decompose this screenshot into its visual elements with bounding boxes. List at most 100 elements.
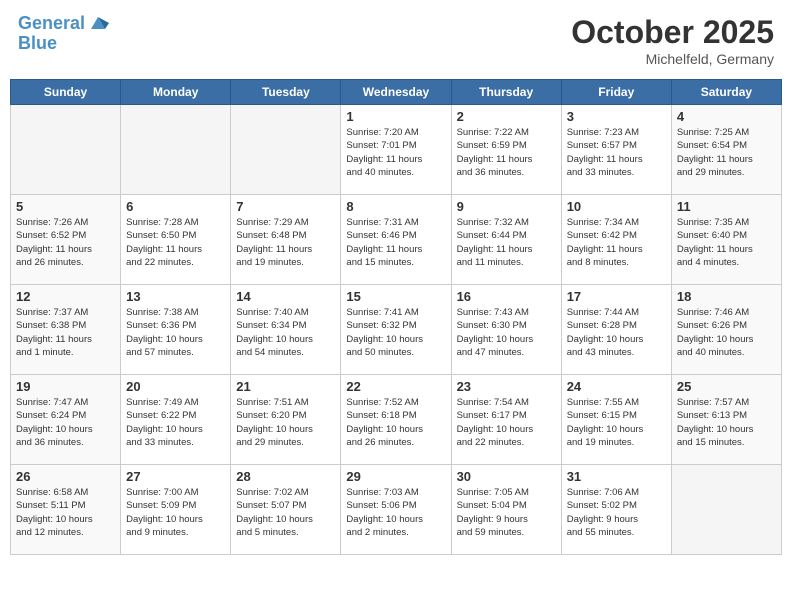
weekday-header: Tuesday [231, 80, 341, 105]
calendar-cell: 24 Sunrise: 7:55 AM Sunset: 6:15 PM Dayli… [561, 375, 671, 465]
logo-blue: Blue [18, 34, 109, 54]
calendar-week-row: 26 Sunrise: 6:58 AM Sunset: 5:11 PM Dayli… [11, 465, 782, 555]
day-number: 26 [16, 469, 115, 484]
day-number: 24 [567, 379, 666, 394]
day-number: 19 [16, 379, 115, 394]
calendar-cell: 8 Sunrise: 7:31 AM Sunset: 6:46 PM Daylig… [341, 195, 451, 285]
day-number: 6 [126, 199, 225, 214]
weekday-header: Saturday [671, 80, 781, 105]
calendar-cell: 7Sunrise: 7:29 AM Sunset: 6:48 PM Daylig… [231, 195, 341, 285]
weekday-header: Friday [561, 80, 671, 105]
calendar-cell: 22Sunrise: 7:52 AM Sunset: 6:18 PM Dayli… [341, 375, 451, 465]
logo-text: General [18, 14, 109, 34]
calendar-cell: 20Sunrise: 7:49 AM Sunset: 6:22 PM Dayli… [121, 375, 231, 465]
day-number: 13 [126, 289, 225, 304]
calendar-cell [231, 105, 341, 195]
day-number: 2 [457, 109, 556, 124]
day-info: Sunrise: 7:47 AM Sunset: 6:24 PM Dayligh… [16, 396, 115, 449]
day-info: Sunrise: 7:03 AM Sunset: 5:06 PM Dayligh… [346, 486, 445, 539]
day-number: 30 [457, 469, 556, 484]
location: Michelfeld, Germany [571, 51, 774, 67]
calendar-cell: 18Sunrise: 7:46 AM Sunset: 6:26 PM Dayli… [671, 285, 781, 375]
day-info: Sunrise: 7:46 AM Sunset: 6:26 PM Dayligh… [677, 306, 776, 359]
day-info: Sunrise: 7:52 AM Sunset: 6:18 PM Dayligh… [346, 396, 445, 449]
weekday-header-row: SundayMondayTuesdayWednesdayThursdayFrid… [11, 80, 782, 105]
day-info: Sunrise: 7:02 AM Sunset: 5:07 PM Dayligh… [236, 486, 335, 539]
day-number: 4 [677, 109, 776, 124]
calendar-cell: 31Sunrise: 7:06 AM Sunset: 5:02 PM Dayli… [561, 465, 671, 555]
day-number: 25 [677, 379, 776, 394]
calendar-cell: 17 Sunrise: 7:44 AM Sunset: 6:28 PM Dayli… [561, 285, 671, 375]
day-info: Sunrise: 7:26 AM Sunset: 6:52 PM Dayligh… [16, 216, 115, 269]
calendar-week-row: 12 Sunrise: 7:37 AM Sunset: 6:38 PM Dayli… [11, 285, 782, 375]
day-info: Sunrise: 7:22 AM Sunset: 6:59 PM Dayligh… [457, 126, 556, 179]
day-number: 3 [567, 109, 666, 124]
day-info: Sunrise: 7:44 AM Sunset: 6:28 PM Dayligh… [567, 306, 666, 359]
day-info: Sunrise: 7:34 AM Sunset: 6:42 PM Dayligh… [567, 216, 666, 269]
calendar-cell: 25Sunrise: 7:57 AM Sunset: 6:13 PM Dayli… [671, 375, 781, 465]
day-number: 29 [346, 469, 445, 484]
day-number: 5 [16, 199, 115, 214]
calendar-cell [11, 105, 121, 195]
calendar-cell: 6 Sunrise: 7:28 AM Sunset: 6:50 PM Daylig… [121, 195, 231, 285]
calendar-cell: 16 Sunrise: 7:43 AM Sunset: 6:30 PM Dayli… [451, 285, 561, 375]
day-info: Sunrise: 7:31 AM Sunset: 6:46 PM Dayligh… [346, 216, 445, 269]
calendar-cell: 28 Sunrise: 7:02 AM Sunset: 5:07 PM Dayli… [231, 465, 341, 555]
month-title: October 2025 [571, 14, 774, 51]
day-info: Sunrise: 7:00 AM Sunset: 5:09 PM Dayligh… [126, 486, 225, 539]
day-info: Sunrise: 7:55 AM Sunset: 6:15 PM Dayligh… [567, 396, 666, 449]
day-number: 16 [457, 289, 556, 304]
calendar-cell: 30 Sunrise: 7:05 AM Sunset: 5:04 PM Dayli… [451, 465, 561, 555]
calendar-cell: 21Sunrise: 7:51 AM Sunset: 6:20 PM Dayli… [231, 375, 341, 465]
calendar-table: SundayMondayTuesdayWednesdayThursdayFrid… [10, 79, 782, 555]
calendar-cell: 3 Sunrise: 7:23 AM Sunset: 6:57 PM Daylig… [561, 105, 671, 195]
calendar-week-row: 1Sunrise: 7:20 AM Sunset: 7:01 PM Daylig… [11, 105, 782, 195]
weekday-header: Monday [121, 80, 231, 105]
day-number: 1 [346, 109, 445, 124]
day-info: Sunrise: 7:37 AM Sunset: 6:38 PM Dayligh… [16, 306, 115, 359]
day-number: 17 [567, 289, 666, 304]
calendar-cell: 10 Sunrise: 7:34 AM Sunset: 6:42 PM Dayli… [561, 195, 671, 285]
calendar-cell: 15Sunrise: 7:41 AM Sunset: 6:32 PM Dayli… [341, 285, 451, 375]
calendar-cell [671, 465, 781, 555]
calendar-cell: 2 Sunrise: 7:22 AM Sunset: 6:59 PM Daylig… [451, 105, 561, 195]
day-number: 23 [457, 379, 556, 394]
day-number: 11 [677, 199, 776, 214]
day-info: Sunrise: 7:43 AM Sunset: 6:30 PM Dayligh… [457, 306, 556, 359]
page-header: General Blue October 2025 Michelfeld, Ge… [10, 10, 782, 71]
day-info: Sunrise: 7:23 AM Sunset: 6:57 PM Dayligh… [567, 126, 666, 179]
day-info: Sunrise: 7:54 AM Sunset: 6:17 PM Dayligh… [457, 396, 556, 449]
calendar-cell: 9 Sunrise: 7:32 AM Sunset: 6:44 PM Daylig… [451, 195, 561, 285]
day-number: 7 [236, 199, 335, 214]
day-info: Sunrise: 7:32 AM Sunset: 6:44 PM Dayligh… [457, 216, 556, 269]
day-info: Sunrise: 7:38 AM Sunset: 6:36 PM Dayligh… [126, 306, 225, 359]
calendar-cell: 26 Sunrise: 6:58 AM Sunset: 5:11 PM Dayli… [11, 465, 121, 555]
day-number: 9 [457, 199, 556, 214]
day-info: Sunrise: 7:05 AM Sunset: 5:04 PM Dayligh… [457, 486, 556, 539]
day-number: 28 [236, 469, 335, 484]
calendar-cell: 11Sunrise: 7:35 AM Sunset: 6:40 PM Dayli… [671, 195, 781, 285]
calendar-week-row: 5 Sunrise: 7:26 AM Sunset: 6:52 PM Daylig… [11, 195, 782, 285]
calendar-cell: 12 Sunrise: 7:37 AM Sunset: 6:38 PM Dayli… [11, 285, 121, 375]
day-number: 15 [346, 289, 445, 304]
day-number: 14 [236, 289, 335, 304]
day-info: Sunrise: 7:25 AM Sunset: 6:54 PM Dayligh… [677, 126, 776, 179]
logo-icon [87, 15, 109, 33]
calendar-cell: 19 Sunrise: 7:47 AM Sunset: 6:24 PM Dayli… [11, 375, 121, 465]
calendar-cell: 27Sunrise: 7:00 AM Sunset: 5:09 PM Dayli… [121, 465, 231, 555]
day-info: Sunrise: 6:58 AM Sunset: 5:11 PM Dayligh… [16, 486, 115, 539]
day-info: Sunrise: 7:28 AM Sunset: 6:50 PM Dayligh… [126, 216, 225, 269]
title-block: October 2025 Michelfeld, Germany [571, 14, 774, 67]
day-info: Sunrise: 7:49 AM Sunset: 6:22 PM Dayligh… [126, 396, 225, 449]
calendar-cell: 4 Sunrise: 7:25 AM Sunset: 6:54 PM Daylig… [671, 105, 781, 195]
day-number: 8 [346, 199, 445, 214]
weekday-header: Wednesday [341, 80, 451, 105]
calendar-cell: 23 Sunrise: 7:54 AM Sunset: 6:17 PM Dayli… [451, 375, 561, 465]
day-number: 10 [567, 199, 666, 214]
weekday-header: Sunday [11, 80, 121, 105]
calendar-cell [121, 105, 231, 195]
calendar-cell: 1Sunrise: 7:20 AM Sunset: 7:01 PM Daylig… [341, 105, 451, 195]
day-number: 12 [16, 289, 115, 304]
day-number: 31 [567, 469, 666, 484]
calendar-cell: 13 Sunrise: 7:38 AM Sunset: 6:36 PM Dayli… [121, 285, 231, 375]
